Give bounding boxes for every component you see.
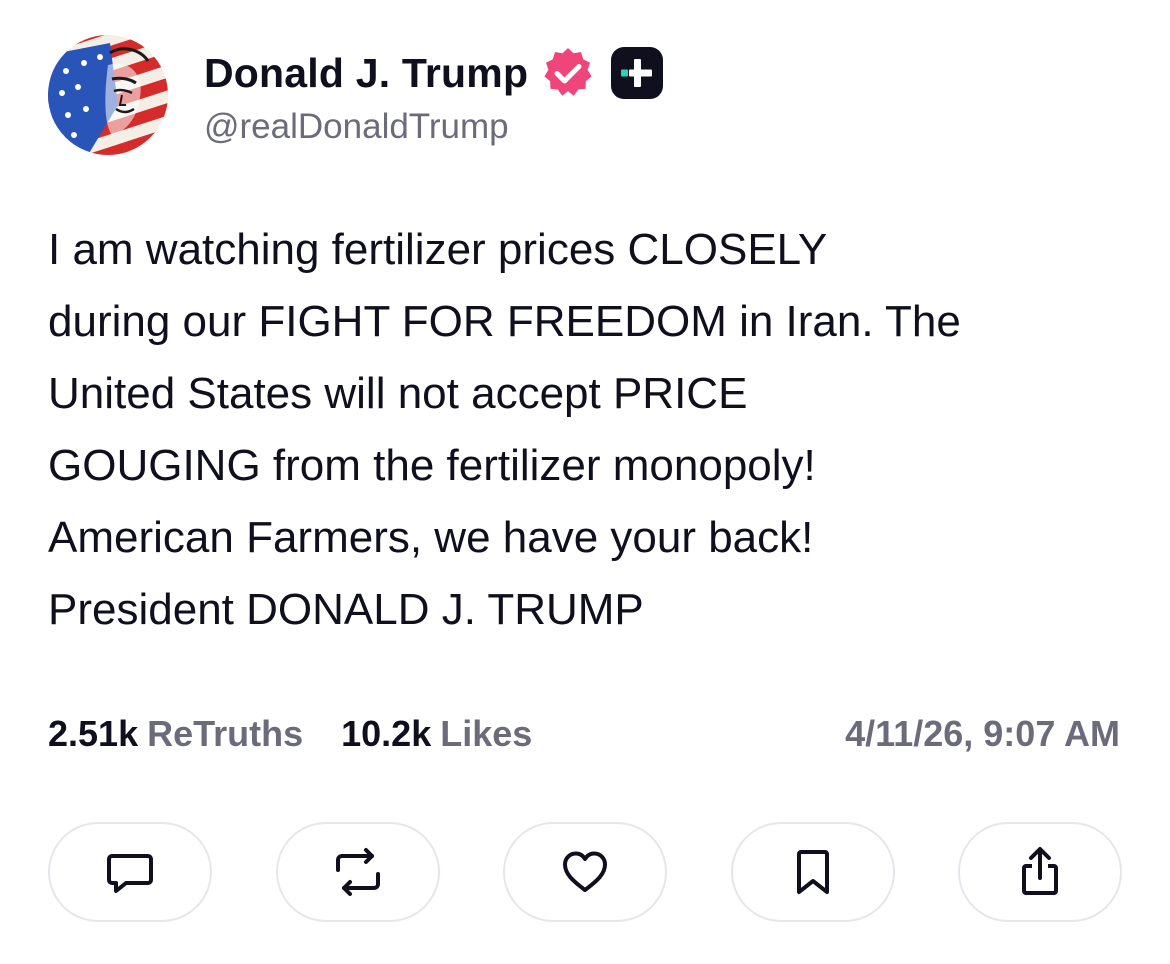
name-row: Donald J. Trump: [204, 43, 664, 103]
verified-badge-icon: [540, 45, 596, 101]
likes-label: Likes: [440, 713, 533, 754]
share-icon: [1022, 847, 1058, 895]
truth-post: Donald J. Trump @realDonaldTrump I am wa…: [0, 0, 1170, 964]
repost-icon: [335, 848, 380, 896]
author-identity: Donald J. Trump @realDonaldTrump: [204, 43, 664, 147]
flag-portrait-avatar: [48, 35, 168, 155]
bookmark-button[interactable]: [730, 822, 895, 922]
author-handle[interactable]: @realDonaldTrump: [204, 107, 664, 147]
heart-icon: [563, 851, 607, 892]
likes-stat[interactable]: 10.2k Likes: [341, 713, 532, 755]
display-name[interactable]: Donald J. Trump: [204, 50, 528, 97]
post-text: I am watching fertilizer prices CLOSELY …: [48, 225, 961, 634]
retruths-count: 2.51k: [48, 713, 139, 754]
truth-plus-badge-icon: [610, 46, 664, 100]
post-stats: 2.51k ReTruths 10.2k Likes 4/11/26, 9:07…: [48, 708, 1120, 760]
retruth-button[interactable]: [275, 822, 440, 922]
likes-count: 10.2k: [341, 713, 432, 754]
retruths-stat[interactable]: 2.51k ReTruths: [48, 713, 303, 755]
post-timestamp[interactable]: 4/11/26, 9:07 AM: [845, 713, 1120, 755]
action-bar: [48, 822, 1122, 924]
like-button[interactable]: [503, 822, 667, 922]
retruths-label: ReTruths: [147, 713, 304, 754]
post-header: Donald J. Trump @realDonaldTrump: [48, 34, 664, 156]
reply-button[interactable]: [48, 822, 212, 922]
comment-icon: [107, 854, 153, 893]
bookmark-icon: [796, 850, 829, 894]
share-button[interactable]: [958, 822, 1122, 922]
avatar[interactable]: [48, 35, 168, 155]
